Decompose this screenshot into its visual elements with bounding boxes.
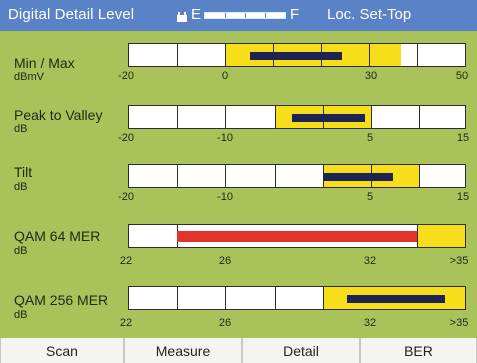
measurement-marker <box>323 173 393 181</box>
meter-bar <box>128 286 466 310</box>
softkey-measure[interactable]: Measure <box>124 338 242 363</box>
tick-label: 32 <box>363 317 377 329</box>
tick-label: 26 <box>218 255 232 267</box>
meter-unit: dB <box>14 181 28 193</box>
meter-tilt: Tilt dB -20 -10 5 15 <box>0 156 477 210</box>
tick-label: >35 <box>449 317 469 329</box>
battery-full-label: F <box>290 6 300 23</box>
measurement-marker <box>292 114 365 122</box>
meter-label: QAM 256 MER <box>14 292 109 308</box>
screen-title: Digital Detail Level <box>8 6 135 23</box>
tick-label: 26 <box>218 317 232 329</box>
tick-label: 5 <box>366 191 374 203</box>
tick-label: -10 <box>217 132 233 144</box>
location-label: Loc. Set-Top <box>327 6 412 23</box>
tick-label: -20 <box>118 132 134 144</box>
tick-label: 5 <box>366 132 374 144</box>
meter-bar <box>128 105 466 129</box>
softkey-bar: Scan Measure Detail BER <box>0 338 477 363</box>
meter-unit: dB <box>14 309 28 321</box>
meter-unit: dBmV <box>14 71 44 83</box>
meter-peak-to-valley: Peak to Valley dB -20 -10 5 15 <box>0 97 477 151</box>
tick-label: 22 <box>119 317 133 329</box>
meter-min-max: Min / Max dBmV -20 0 30 50 <box>0 38 477 92</box>
meter-qam64-mer: QAM 64 MER dB 22 26 32 >35 <box>0 215 477 271</box>
battery-level-bar <box>204 12 286 19</box>
measurement-marker <box>250 52 342 60</box>
meter-label: Peak to Valley <box>14 107 103 123</box>
limit-range <box>417 225 465 247</box>
meter-unit: dB <box>14 123 28 135</box>
meter-label: QAM 64 MER <box>14 228 101 244</box>
softkey-scan[interactable]: Scan <box>0 338 124 363</box>
meter-bar <box>128 224 466 248</box>
meter-label: Min / Max <box>14 55 75 71</box>
meter-unit: dB <box>14 245 28 257</box>
tick-label: 50 <box>455 70 469 82</box>
battery-icon <box>176 9 188 22</box>
tick-label: -20 <box>118 191 134 203</box>
battery-empty-label: E <box>191 6 202 23</box>
meter-label: Tilt <box>14 164 33 180</box>
meter-bar <box>128 164 466 188</box>
instrument-screen: Digital Detail Level E F Loc. Set-Top Mi… <box>0 0 477 363</box>
tick-label: 15 <box>456 191 470 203</box>
tick-label: -10 <box>217 191 233 203</box>
alarm-measurement-bar <box>177 231 417 242</box>
measurement-marker <box>347 295 445 303</box>
header-bar: Digital Detail Level E F Loc. Set-Top <box>0 0 477 31</box>
tick-label: 22 <box>119 255 133 267</box>
meter-qam256-mer: QAM 256 MER dB 22 26 32 >35 <box>0 275 477 335</box>
tick-label: -20 <box>118 70 134 82</box>
tick-label: >35 <box>449 255 469 267</box>
tick-label: 32 <box>363 255 377 267</box>
softkey-detail[interactable]: Detail <box>242 338 360 363</box>
meter-bar <box>128 43 466 67</box>
tick-label: 0 <box>221 70 229 82</box>
softkey-ber[interactable]: BER <box>360 338 477 363</box>
tick-label: 30 <box>364 70 378 82</box>
tick-label: 15 <box>456 132 470 144</box>
